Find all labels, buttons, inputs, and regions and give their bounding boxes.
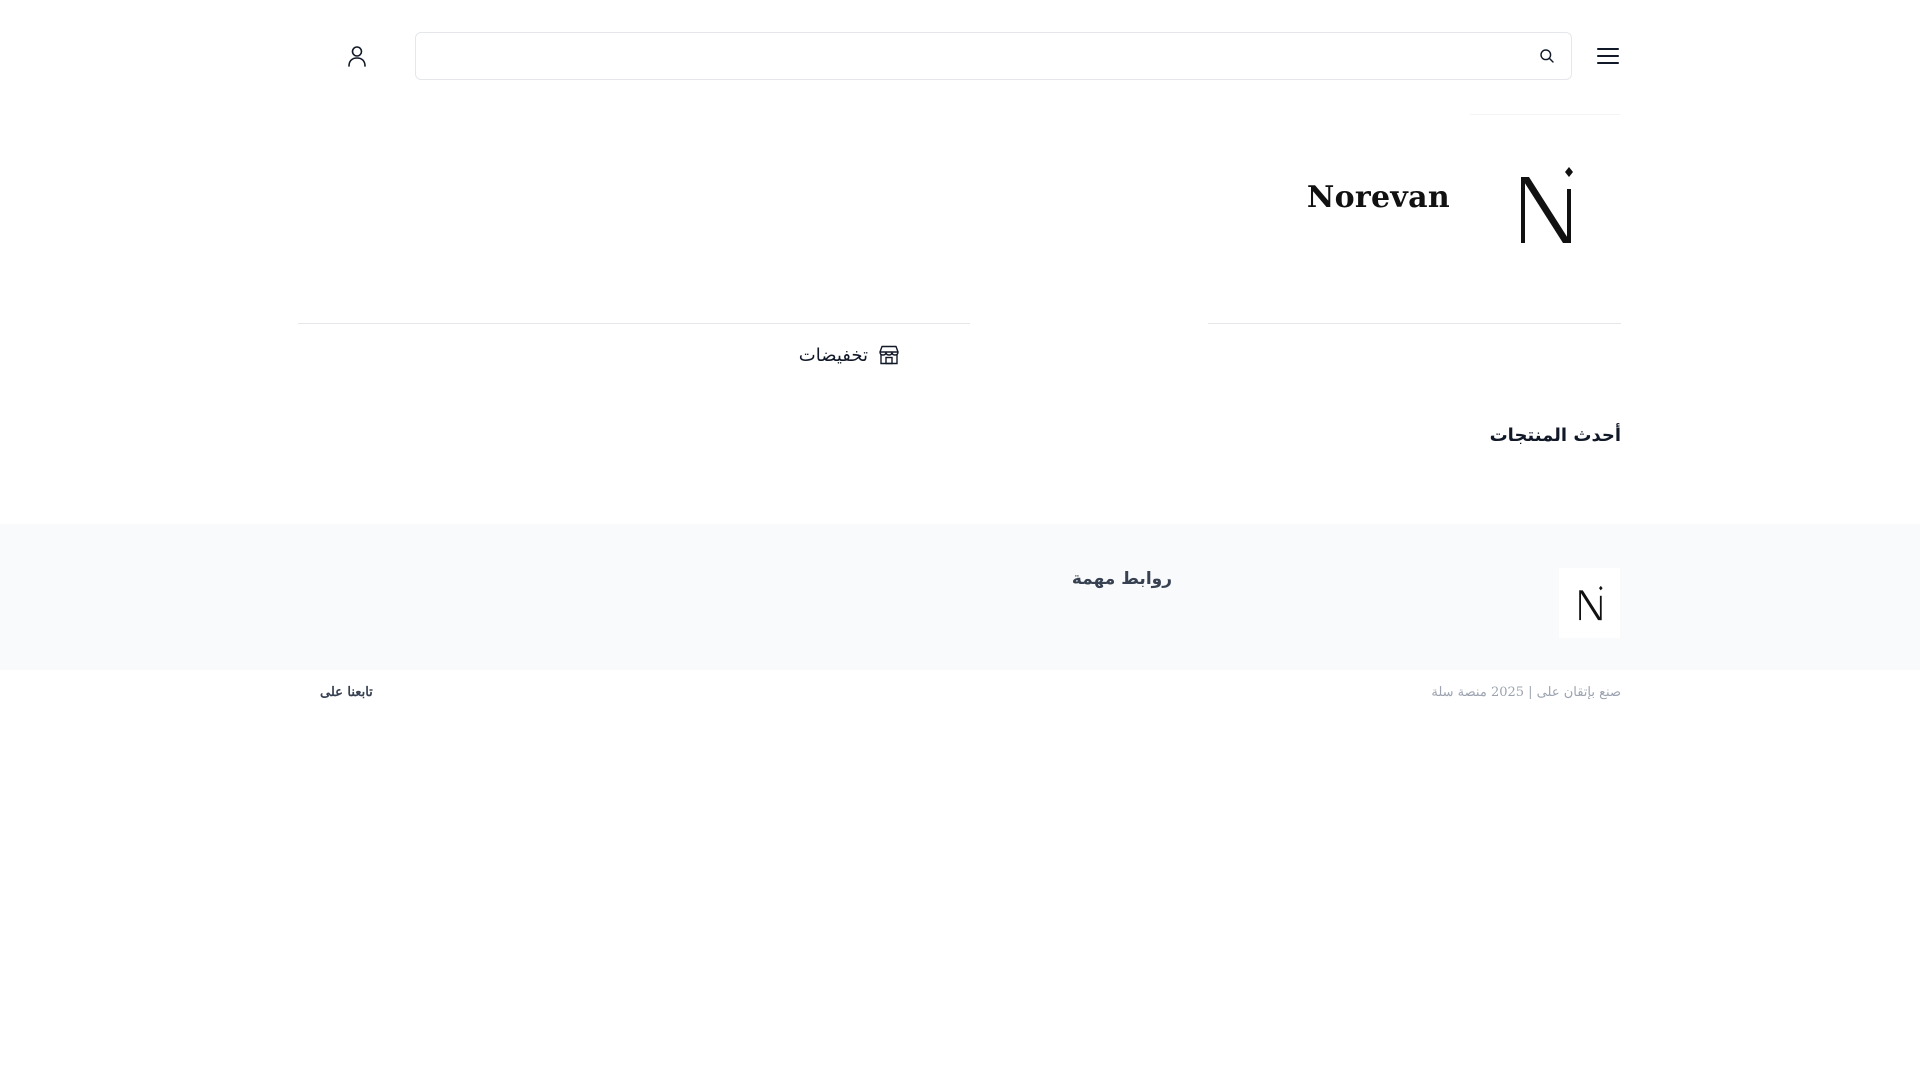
store-logo-link[interactable] (1470, 114, 1620, 294)
menu-button[interactable] (1594, 42, 1622, 70)
copyright-text: صنع بإتقان على | 2025 منصة سلة (1431, 685, 1621, 700)
footer-norevan-logo (1578, 585, 1603, 621)
search-icon[interactable] (1537, 46, 1557, 66)
site-footer: روابط مهمة (0, 524, 1920, 670)
footer-bottom-bar: صنع بإتقان على | 2025 منصة سلة تابعنا عل… (0, 670, 1920, 720)
store-icon (878, 345, 900, 365)
follow-us-label: تابعنا على (320, 685, 373, 700)
search-input[interactable] (428, 33, 1508, 79)
latest-products-heading: أحدث المنتجات (1489, 425, 1621, 446)
search-bar (415, 32, 1572, 80)
nav-item-discounts[interactable]: تخفيضات (780, 338, 900, 372)
brand-name: Norevan (1306, 180, 1450, 215)
nav-divider-right (1208, 323, 1621, 324)
user-icon (348, 46, 366, 67)
footer-links-heading: روابط مهمة (1071, 569, 1172, 589)
nav-item-label: تخفيضات (798, 344, 868, 366)
hamburger-menu-icon (1597, 48, 1619, 64)
footer-logo-link[interactable] (1559, 568, 1620, 638)
norevan-n-logo (1521, 166, 1573, 243)
nav-divider-left (298, 323, 970, 324)
account-button[interactable] (343, 42, 371, 70)
site-header (0, 0, 1920, 112)
